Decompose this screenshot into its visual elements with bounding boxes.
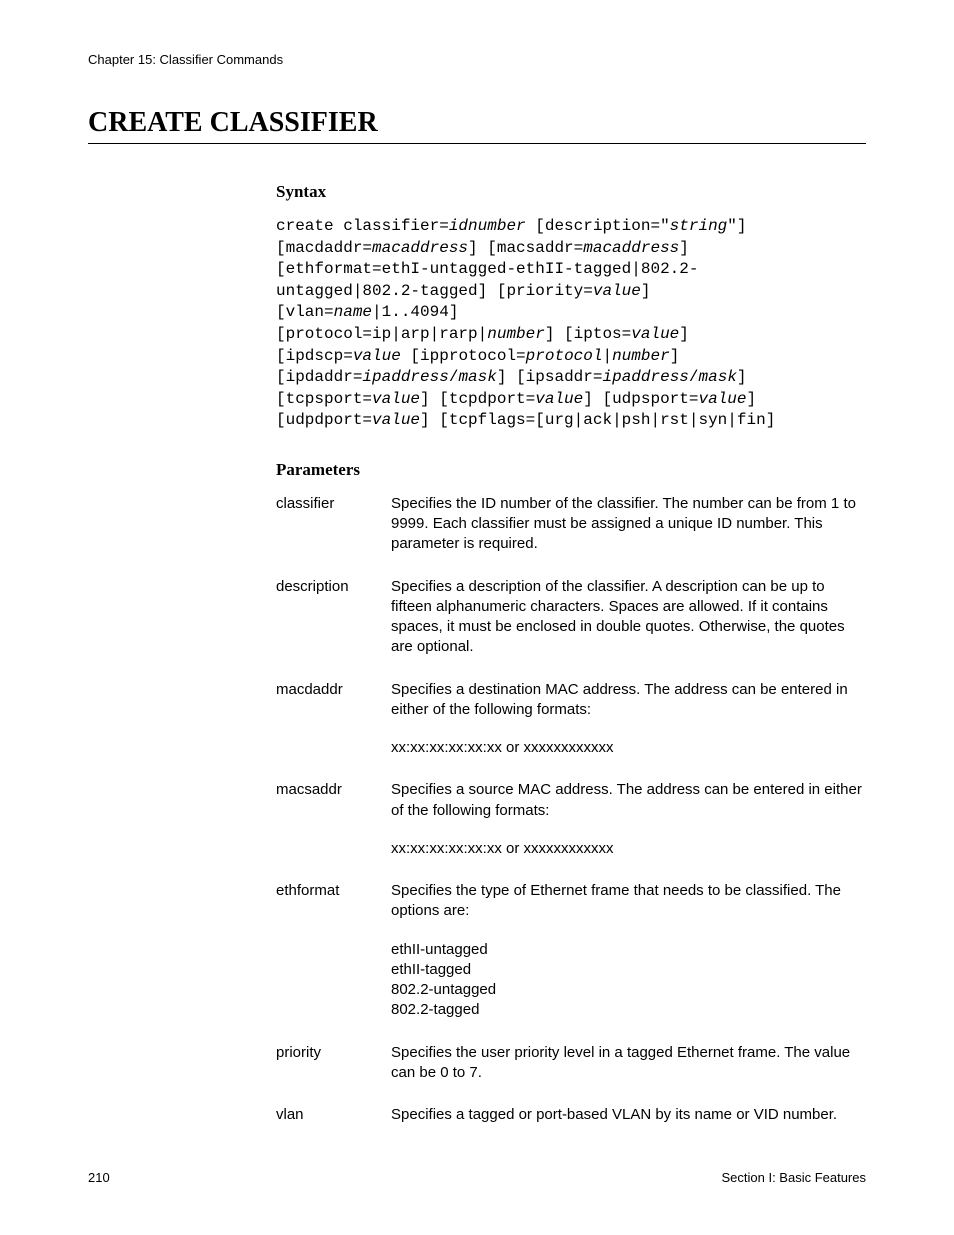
page-title: CREATE CLASSIFIER [88, 107, 866, 144]
syntax-text: ] [670, 347, 680, 365]
param-text: Specifies the user priority level in a t… [391, 1043, 866, 1084]
syntax-text: | [602, 347, 612, 365]
syntax-var: macaddress [372, 239, 468, 257]
syntax-var: mask [699, 368, 737, 386]
syntax-var: value [593, 282, 641, 300]
syntax-text: ] [679, 325, 689, 343]
syntax-var: value [353, 347, 401, 365]
syntax-var: value [372, 411, 420, 429]
syntax-text: ] [udpsport= [583, 390, 698, 408]
syntax-text: / [689, 368, 699, 386]
param-description: Specifies a tagged or port-based VLAN by… [391, 1105, 866, 1147]
syntax-var: protocol [526, 347, 603, 365]
param-text: Specifies a destination MAC address. The… [391, 680, 866, 721]
syntax-var: idnumber [449, 217, 526, 235]
syntax-var: value [631, 325, 679, 343]
syntax-var: ipaddress [362, 368, 448, 386]
syntax-var: ipaddress [602, 368, 688, 386]
param-text: xx:xx:xx:xx:xx:xx or xxxxxxxxxxxx [391, 738, 866, 758]
syntax-text: ] [737, 368, 747, 386]
param-text: Specifies the ID number of the classifie… [391, 494, 866, 555]
syntax-text: ] [tcpflags=[urg|ack|psh|rst|syn|fin] [420, 411, 775, 429]
syntax-var: value [535, 390, 583, 408]
param-text: xx:xx:xx:xx:xx:xx or xxxxxxxxxxxx [391, 839, 866, 859]
syntax-text: ] [679, 239, 689, 257]
syntax-text: [udpdport= [276, 411, 372, 429]
param-description: Specifies the user priority level in a t… [391, 1043, 866, 1106]
syntax-var: macaddress [583, 239, 679, 257]
syntax-text: [protocol=ip|arp|rarp| [276, 325, 487, 343]
syntax-text: [macdaddr= [276, 239, 372, 257]
syntax-text: [vlan= [276, 303, 334, 321]
param-text: Specifies a source MAC address. The addr… [391, 780, 866, 821]
param-text: Specifies a description of the classifie… [391, 577, 866, 658]
syntax-var: number [487, 325, 545, 343]
syntax-text: ] [641, 282, 651, 300]
syntax-heading: Syntax [276, 182, 866, 202]
syntax-text: [ipprotocol= [401, 347, 526, 365]
syntax-text: |1..4094] [372, 303, 458, 321]
section-label: Section I: Basic Features [721, 1170, 866, 1185]
syntax-var: value [698, 390, 746, 408]
param-description: Specifies the ID number of the classifie… [391, 494, 866, 577]
syntax-var: name [334, 303, 372, 321]
param-description: Specifies a description of the classifie… [391, 577, 866, 680]
syntax-text: [tcpsport= [276, 390, 372, 408]
syntax-text: untagged|802.2-tagged] [priority= [276, 282, 593, 300]
param-description: Specifies a source MAC address. The addr… [391, 780, 866, 881]
param-name: ethformat [276, 881, 391, 1043]
table-row: macsaddrSpecifies a source MAC address. … [276, 780, 866, 881]
page-number: 210 [88, 1170, 110, 1185]
syntax-block: create classifier=idnumber [description=… [276, 216, 866, 432]
syntax-var: number [612, 347, 670, 365]
parameters-heading: Parameters [276, 460, 866, 480]
param-text: Specifies the type of Ethernet frame tha… [391, 881, 866, 922]
param-name: priority [276, 1043, 391, 1106]
syntax-text: create classifier= [276, 217, 449, 235]
param-name: macsaddr [276, 780, 391, 881]
table-row: descriptionSpecifies a description of th… [276, 577, 866, 680]
table-row: ethformatSpecifies the type of Ethernet … [276, 881, 866, 1043]
param-name: classifier [276, 494, 391, 577]
table-row: classifierSpecifies the ID number of the… [276, 494, 866, 577]
syntax-var: mask [458, 368, 496, 386]
syntax-text: ] [747, 390, 757, 408]
param-text: ethII-untagged ethII-tagged 802.2-untagg… [391, 940, 866, 1021]
syntax-text: / [449, 368, 459, 386]
syntax-var: string [670, 217, 728, 235]
param-description: Specifies a destination MAC address. The… [391, 680, 866, 781]
syntax-text: ] [ipsaddr= [497, 368, 603, 386]
chapter-header: Chapter 15: Classifier Commands [88, 52, 866, 67]
table-row: vlanSpecifies a tagged or port-based VLA… [276, 1105, 866, 1147]
syntax-text: ] [tcpdport= [420, 390, 535, 408]
param-name: description [276, 577, 391, 680]
syntax-text: [ethformat=ethI-untagged-ethII-tagged|80… [276, 260, 698, 278]
syntax-text: ] [macsaddr= [468, 239, 583, 257]
parameters-table: classifierSpecifies the ID number of the… [276, 494, 866, 1148]
param-description: Specifies the type of Ethernet frame tha… [391, 881, 866, 1043]
param-text: Specifies a tagged or port-based VLAN by… [391, 1105, 866, 1125]
syntax-text: "] [727, 217, 746, 235]
syntax-text: [ipdaddr= [276, 368, 362, 386]
syntax-var: value [372, 390, 420, 408]
syntax-text: ] [iptos= [545, 325, 631, 343]
syntax-text: [ipdscp= [276, 347, 353, 365]
syntax-text: [description=" [526, 217, 670, 235]
param-name: macdaddr [276, 680, 391, 781]
param-name: vlan [276, 1105, 391, 1147]
table-row: prioritySpecifies the user priority leve… [276, 1043, 866, 1106]
table-row: macdaddrSpecifies a destination MAC addr… [276, 680, 866, 781]
